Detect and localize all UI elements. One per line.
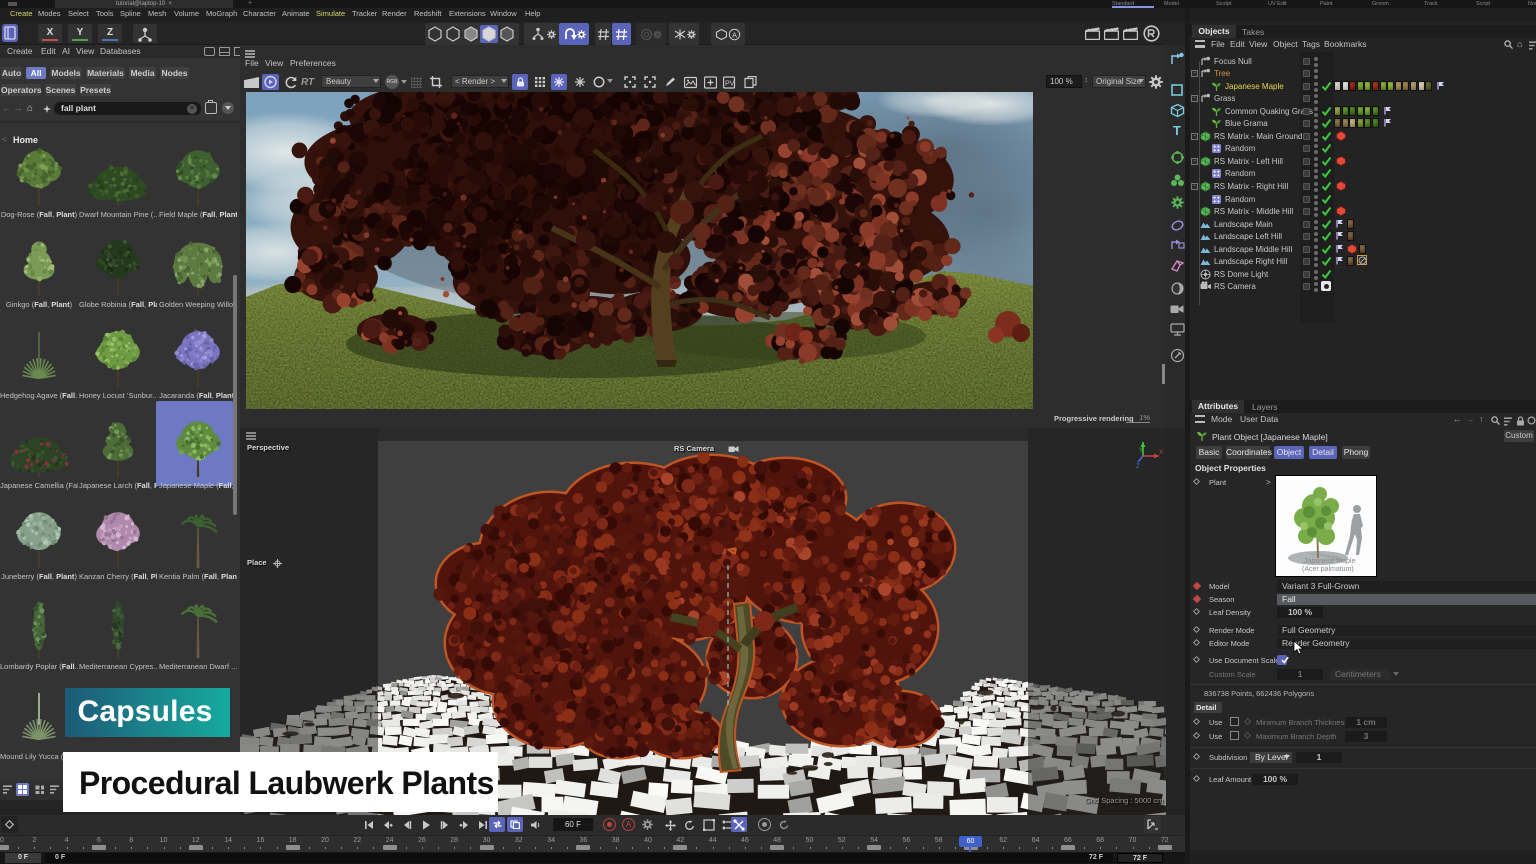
svg-text:PV: PV xyxy=(725,80,735,87)
svg-text:A: A xyxy=(732,30,737,39)
